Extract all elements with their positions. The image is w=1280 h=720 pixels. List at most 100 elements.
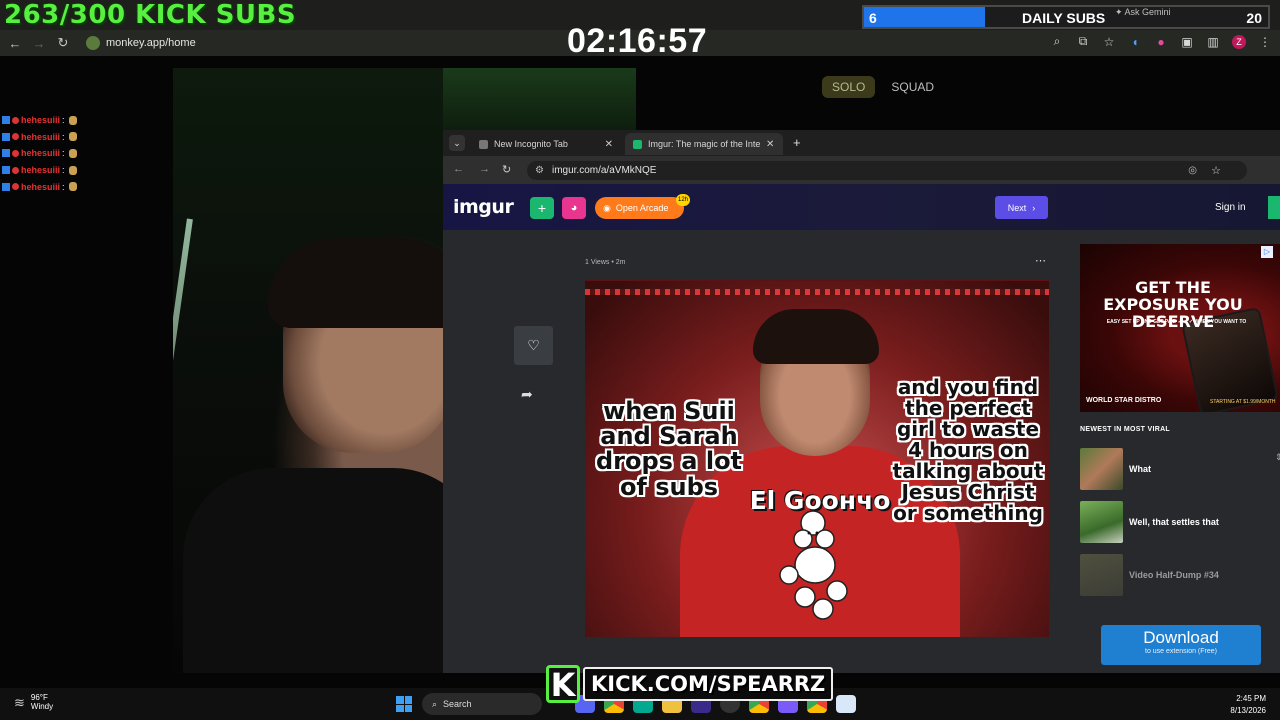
arcade-badge: 12h [676,194,690,206]
imgur-logo[interactable]: imgur [453,196,514,218]
download-button[interactable]: Download to use extension (Free) [1101,625,1261,665]
new-tab-icon[interactable]: + [793,135,801,150]
star-icon[interactable]: ☆ [1211,164,1221,177]
stream-timer: 02:16:57 [567,22,708,60]
chat-separator: : [62,165,65,176]
kick-badge-icon [2,149,10,158]
close-tab-icon[interactable]: ✕ [766,139,774,150]
ask-gemini-button[interactable]: ✦ Ask Gemini [1115,7,1171,18]
extension-pink-icon[interactable]: ● [1154,35,1168,49]
outer-address-bar[interactable]: monkey.app/home [84,33,554,53]
site-info-icon[interactable] [86,36,100,50]
sub-badge-icon [12,183,19,191]
wind-icon: ≋ [14,694,25,710]
app-icon[interactable] [836,695,856,713]
viral-item[interactable]: What [1080,448,1280,490]
kick-logo: K [546,665,580,703]
tab-new-incognito[interactable]: New Incognito Tab ✕ [471,133,621,155]
viral-item[interactable]: Video Half-Dump #34 [1080,554,1280,596]
sub-badge-icon [12,116,19,124]
screen: ← → ↻ monkey.app/home ⌕ ⧉ ☆ ◖ ● ▣ ▥ Z ⋮ … [0,0,1280,720]
imgur-favicon-icon [633,139,642,149]
extension-icon[interactable]: ▣ [1180,35,1194,49]
chat-username: hehesuiii [21,165,61,176]
outer-url-text: monkey.app/home [106,37,196,49]
site-info-icon[interactable]: ⚙ [535,165,544,176]
forward-icon[interactable]: → [479,163,490,175]
download-label: Download [1143,628,1219,647]
reload-icon[interactable]: ↻ [51,35,75,51]
profile-avatar[interactable]: Z [1232,34,1246,49]
poodle-icon [779,510,848,620]
post-image[interactable]: when Suii and Sarah drops a lot of subs … [585,279,1049,637]
post-meta: 1 Views • 2m [585,259,626,266]
open-arcade-button[interactable]: ◉ Open Arcade [595,197,684,219]
more-options-icon[interactable]: ⋯ [1035,254,1046,267]
sidebar-icon[interactable]: ▥ [1206,35,1220,49]
ad-choices-icon[interactable]: ▷ [1261,246,1273,258]
stream-chat: hehesuiii: hehesuiii: hehesuiii: hehesui… [2,112,122,195]
back-icon[interactable]: ← [453,163,464,175]
system-clock[interactable]: 2:45 PM 8/13/2026 [1230,693,1266,717]
meme-person-hair [753,309,879,364]
tab-search-icon[interactable]: ⌄ [449,135,465,151]
daily-subs-fill [864,7,986,27]
viral-item[interactable]: Well, that settles that [1080,501,1280,543]
inner-address-bar[interactable]: ⚙ imgur.com/a/aVMkNQE ◎ ☆ [527,161,1247,180]
kick-badge-icon [2,166,10,175]
clock-time: 2:45 PM [1236,694,1266,703]
sub-badge-icon [12,149,19,157]
favorite-button[interactable]: ♡ [514,326,553,365]
chat-message: hehesuiii: [2,162,122,179]
zoom-icon[interactable]: ⌕ [1050,34,1064,49]
mode-squad-button[interactable]: SQUAD [881,76,944,98]
kick-badge-icon [2,116,10,125]
gamepad-icon: ◉ [603,202,611,213]
imgur-header: imgur + ◕ ◉ Open Arcade 12h Next › Sign in [443,184,1280,230]
star-icon[interactable]: ☆ [1102,35,1116,49]
reload-icon[interactable]: ↻ [502,163,511,176]
kick-url-text: KICK.COM/SPEARRZ [583,667,834,701]
viral-thumbnail [1080,501,1123,543]
sign-up-button[interactable] [1268,196,1280,219]
start-button[interactable] [396,696,412,712]
tab-imgur[interactable]: Imgur: The magic of the Interne ✕ [625,133,783,155]
emote-icon [68,148,77,158]
inner-toolbar: ← → ↻ ⚙ imgur.com/a/aVMkNQE ◎ ☆ ●● [443,156,1280,194]
chat-username: hehesuiii [21,115,61,126]
viral-item-title: Video Half-Dump #34 [1129,570,1219,580]
webcam-background [443,68,636,130]
taskbar-search[interactable]: ⌕ Search [422,693,542,715]
menu-icon[interactable]: ⋮ [1258,35,1272,49]
download-sublabel: to use extension (Free) [1145,648,1217,655]
mode-toggle: SOLO SQUAD [822,76,944,98]
next-button[interactable]: Next › [995,196,1048,219]
clock-date: 8/13/2026 [1230,706,1266,715]
eye-off-icon[interactable]: ◎ [1188,165,1197,176]
sign-in-link[interactable]: Sign in [1215,202,1246,213]
search-label: Search [443,699,472,709]
cast-icon[interactable]: ⧉ [1076,34,1090,49]
daily-subs-label: DAILY SUBS [1022,10,1106,26]
search-icon: ⌕ [432,698,438,709]
inner-browser-window: ⌄ New Incognito Tab ✕ Imgur: The magic o… [443,130,1280,673]
back-icon[interactable]: ← [3,36,27,51]
sidebar-ad[interactable]: GET THE EXPOSURE YOU DESERVE EASY SET UP… [1080,244,1280,412]
imgur-page: imgur + ◕ ◉ Open Arcade 12h Next › Sign in… [443,184,1280,673]
close-tab-icon[interactable]: ✕ [605,139,613,150]
meme-caption-right: and you find the perfect girl to waste 4… [892,375,1044,525]
mode-solo-button[interactable]: SOLO [822,76,876,98]
emote-icon [68,165,77,175]
weather-widget[interactable]: ≋ 96°F Windy [14,693,54,712]
share-icon[interactable]: ➦ [521,386,533,403]
new-post-button[interactable]: + [530,197,554,219]
extension-blue-icon[interactable]: ◖ [1128,35,1142,49]
cat-icon[interactable]: ◕ [562,197,586,219]
meme-led-strip [585,289,1049,295]
emote-icon [68,182,77,192]
emote-icon [68,132,77,142]
ad-price: STARTING AT $1.99/MONTH [1210,399,1276,405]
chat-username: hehesuiii [21,181,61,192]
forward-icon[interactable]: → [27,36,51,51]
weather-condition: Windy [30,701,54,711]
